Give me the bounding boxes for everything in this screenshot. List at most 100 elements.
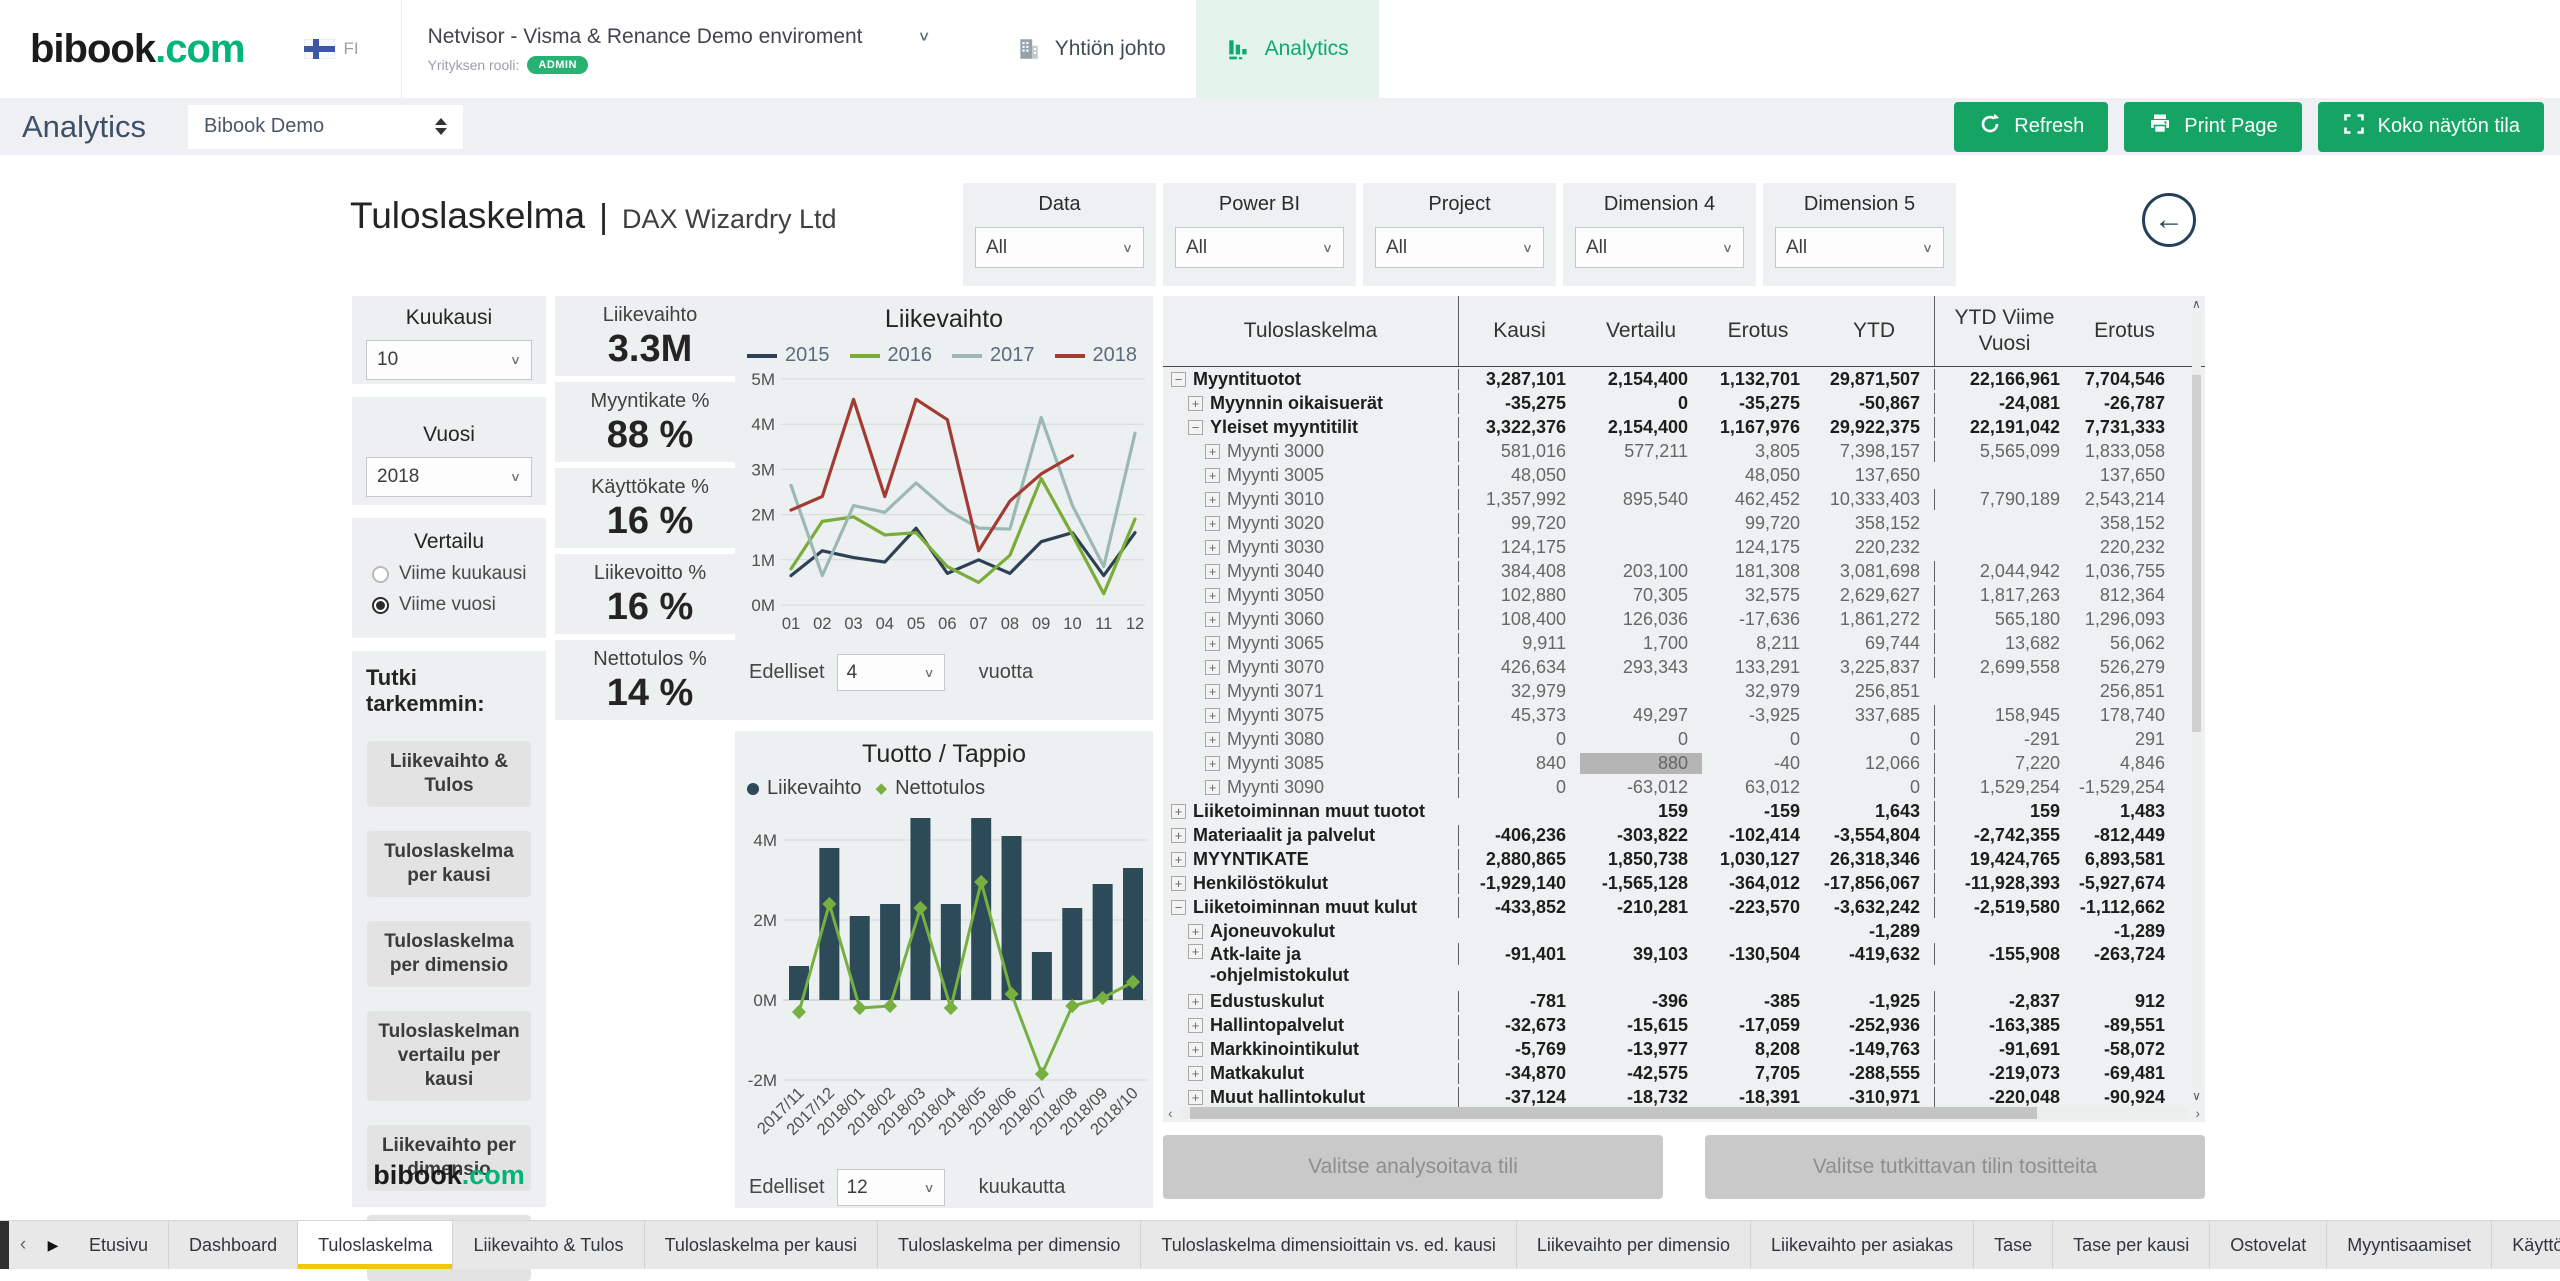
comparison-option-0[interactable]: Viime kuukausi — [372, 563, 546, 585]
expand-icon[interactable]: + — [1171, 804, 1186, 819]
expand-icon[interactable]: + — [1205, 780, 1220, 795]
table-row-7[interactable]: +Myynti 3030124,175124,175220,232220,232 — [1163, 535, 2205, 559]
expand-icon[interactable]: + — [1205, 708, 1220, 723]
report-page-tab-2[interactable]: Tuloslaskelma — [298, 1221, 453, 1269]
line-plot-svg[interactable]: 0M1M2M3M4M5M010203040506070809101112 — [735, 367, 1153, 641]
month-select[interactable]: 10 ∨ — [366, 340, 532, 380]
radio-selected-icon[interactable] — [372, 597, 389, 614]
line-chart-plot[interactable]: 0M1M2M3M4M5M010203040506070809101112 — [735, 367, 1153, 646]
filter-select-0[interactable]: All∨ — [975, 227, 1144, 268]
report-page-tab-1[interactable]: Dashboard — [169, 1221, 298, 1269]
collapse-icon[interactable]: − — [1171, 372, 1186, 387]
table-row-25[interactable]: +Edustuskulut-781-396-385-1,925-2,837912 — [1163, 989, 2205, 1013]
report-page-tab-5[interactable]: Tuloslaskelma per dimensio — [878, 1221, 1141, 1269]
report-page-tab-10[interactable]: Tase per kausi — [2053, 1221, 2210, 1269]
table-row-4[interactable]: +Myynti 300548,05048,050137,650137,650 — [1163, 463, 2205, 487]
expand-icon[interactable]: + — [1188, 396, 1203, 411]
table-row-14[interactable]: +Myynti 307545,37349,297-3,925337,685158… — [1163, 703, 2205, 727]
table-row-16[interactable]: +Myynti 3085840880-4012,0667,2204,846 — [1163, 751, 2205, 775]
filter-select-1[interactable]: All∨ — [1175, 227, 1344, 268]
table-row-11[interactable]: +Myynti 30659,9111,7008,21169,74413,6825… — [1163, 631, 2205, 655]
back-button[interactable]: ← — [2142, 193, 2196, 247]
report-page-tab-6[interactable]: Tuloslaskelma dimensioittain vs. ed. kau… — [1141, 1221, 1516, 1269]
report-page-tab-11[interactable]: Ostovelat — [2210, 1221, 2327, 1269]
table-row-22[interactable]: −Liiketoiminnan muut kulut-433,852-210,2… — [1163, 895, 2205, 919]
expand-icon[interactable]: + — [1205, 564, 1220, 579]
table-row-21[interactable]: +Henkilöstökulut-1,929,140-1,565,128-364… — [1163, 871, 2205, 895]
expand-icon[interactable]: + — [1205, 588, 1220, 603]
explore-button-3[interactable]: Tuloslaskelman vertailu per kausi — [367, 1011, 531, 1101]
vertical-scrollbar[interactable]: ∨ ∨ — [2190, 299, 2203, 1102]
report-page-tab-3[interactable]: Liikevaihto & Tulos — [453, 1221, 644, 1269]
years-back-select[interactable]: 4 ∨ — [837, 654, 945, 691]
expand-icon[interactable]: + — [1205, 516, 1220, 531]
expand-icon[interactable]: + — [1171, 828, 1186, 843]
expand-icon[interactable]: + — [1188, 1018, 1203, 1033]
expand-icon[interactable]: + — [1188, 1090, 1203, 1105]
table-row-15[interactable]: +Myynti 30800000-291291 — [1163, 727, 2205, 751]
expand-icon[interactable]: + — [1205, 756, 1220, 771]
language-selector[interactable]: FI — [304, 39, 358, 59]
top-tab-analytics[interactable]: Analytics — [1196, 0, 1379, 98]
table-row-19[interactable]: +Materiaalit ja palvelut-406,236-303,822… — [1163, 823, 2205, 847]
table-row-20[interactable]: +MYYNTIKATE2,880,8651,850,7381,030,12726… — [1163, 847, 2205, 871]
comparison-option-1[interactable]: Viime vuosi — [372, 594, 546, 616]
table-row-13[interactable]: +Myynti 307132,97932,979256,851256,851 — [1163, 679, 2205, 703]
table-row-10[interactable]: +Myynti 3060108,400126,036-17,6361,861,2… — [1163, 607, 2205, 631]
expand-icon[interactable]: + — [1205, 444, 1220, 459]
year-select[interactable]: 2018 ∨ — [366, 457, 532, 497]
select-vouchers-button[interactable]: Valitse tutkittavan tilin tositteita — [1705, 1135, 2205, 1199]
table-row-2[interactable]: −Yleiset myyntitilit3,322,3762,154,4001,… — [1163, 415, 2205, 439]
table-row-1[interactable]: +Myynnin oikaisuerät-35,2750-35,275-50,8… — [1163, 391, 2205, 415]
expand-icon[interactable]: + — [1171, 876, 1186, 891]
scroll-up-icon[interactable]: ∨ — [2192, 299, 2201, 311]
expand-icon[interactable]: + — [1205, 732, 1220, 747]
previous-page-icon[interactable]: ‹ — [9, 1234, 37, 1256]
filter-select-2[interactable]: All∨ — [1375, 227, 1544, 268]
workspace-select[interactable]: Bibook Demo — [188, 105, 463, 149]
expand-icon[interactable]: + — [1205, 612, 1220, 627]
expand-icon[interactable]: + — [1188, 1066, 1203, 1081]
table-row-9[interactable]: +Myynti 3050102,88070,30532,5752,629,627… — [1163, 583, 2205, 607]
bar-plot-svg[interactable]: -2M0M2M4M2017/112017/122018/012018/02201… — [735, 800, 1153, 1156]
table-row-27[interactable]: +Markkinointikulut-5,769-13,9778,208-149… — [1163, 1037, 2205, 1061]
next-page-icon[interactable]: ▶ — [37, 1237, 69, 1254]
table-row-3[interactable]: +Myynti 3000581,016577,2113,8057,398,157… — [1163, 439, 2205, 463]
expand-icon[interactable]: + — [1205, 660, 1220, 675]
table-row-12[interactable]: +Myynti 3070426,634293,343133,2913,225,8… — [1163, 655, 2205, 679]
print-page-button[interactable]: Print Page — [2124, 102, 2301, 152]
table-row-8[interactable]: +Myynti 3040384,408203,100181,3083,081,6… — [1163, 559, 2205, 583]
collapse-icon[interactable]: − — [1188, 420, 1203, 435]
table-row-17[interactable]: +Myynti 30900-63,01263,01201,529,254-1,5… — [1163, 775, 2205, 799]
table-row-6[interactable]: +Myynti 302099,72099,720358,152358,152 — [1163, 511, 2205, 535]
koko-näytön-tila-button[interactable]: Koko näytön tila — [2318, 102, 2544, 152]
table-row-26[interactable]: +Hallintopalvelut-32,673-15,615-17,059-2… — [1163, 1013, 2205, 1037]
table-row-28[interactable]: +Matkakulut-34,870-42,5757,705-288,555-2… — [1163, 1061, 2205, 1085]
expand-icon[interactable]: + — [1188, 1042, 1203, 1057]
scrollbar-thumb[interactable] — [2192, 375, 2201, 732]
top-tab-yhtiön-johto[interactable]: Yhtiön johto — [986, 0, 1196, 98]
table-row-24[interactable]: +Atk-laite ja-ohjelmistokulut-91,40139,1… — [1163, 943, 2205, 989]
report-page-tab-13[interactable]: Käyttöp — [2492, 1221, 2560, 1269]
report-page-tab-0[interactable]: Etusivu — [69, 1221, 169, 1269]
table-row-18[interactable]: +Liiketoiminnan muut tuotot159-1591,6431… — [1163, 799, 2205, 823]
report-page-tab-4[interactable]: Tuloslaskelma per kausi — [645, 1221, 878, 1269]
expand-icon[interactable]: + — [1188, 924, 1203, 939]
radio-icon[interactable] — [372, 566, 389, 583]
report-page-tab-8[interactable]: Liikevaihto per asiakas — [1751, 1221, 1974, 1269]
expand-icon[interactable]: + — [1205, 540, 1220, 555]
explore-button-0[interactable]: Liikevaihto & Tulos — [367, 741, 531, 807]
table-row-23[interactable]: +Ajoneuvokulut-1,289-1,289 — [1163, 919, 2205, 943]
scrollbar-thumb[interactable] — [1190, 1107, 2037, 1119]
expand-icon[interactable]: + — [1188, 944, 1203, 959]
expand-icon[interactable]: + — [1171, 852, 1186, 867]
company-selector[interactable]: Netvisor - Visma & Renance Demo envirome… — [428, 25, 931, 74]
table-row-5[interactable]: +Myynti 30101,357,992895,540462,45210,33… — [1163, 487, 2205, 511]
filter-select-3[interactable]: All∨ — [1575, 227, 1744, 268]
report-page-tab-12[interactable]: Myyntisaamiset — [2327, 1221, 2492, 1269]
filter-select-4[interactable]: All∨ — [1775, 227, 1944, 268]
horizontal-scrollbar[interactable]: ‹ › — [1165, 1105, 2203, 1121]
select-account-button[interactable]: Valitse analysoitava tili — [1163, 1135, 1663, 1199]
explore-button-2[interactable]: Tuloslaskelma per dimensio — [367, 921, 531, 987]
bar-chart-plot[interactable]: -2M0M2M4M2017/112017/122018/012018/02201… — [735, 800, 1153, 1161]
